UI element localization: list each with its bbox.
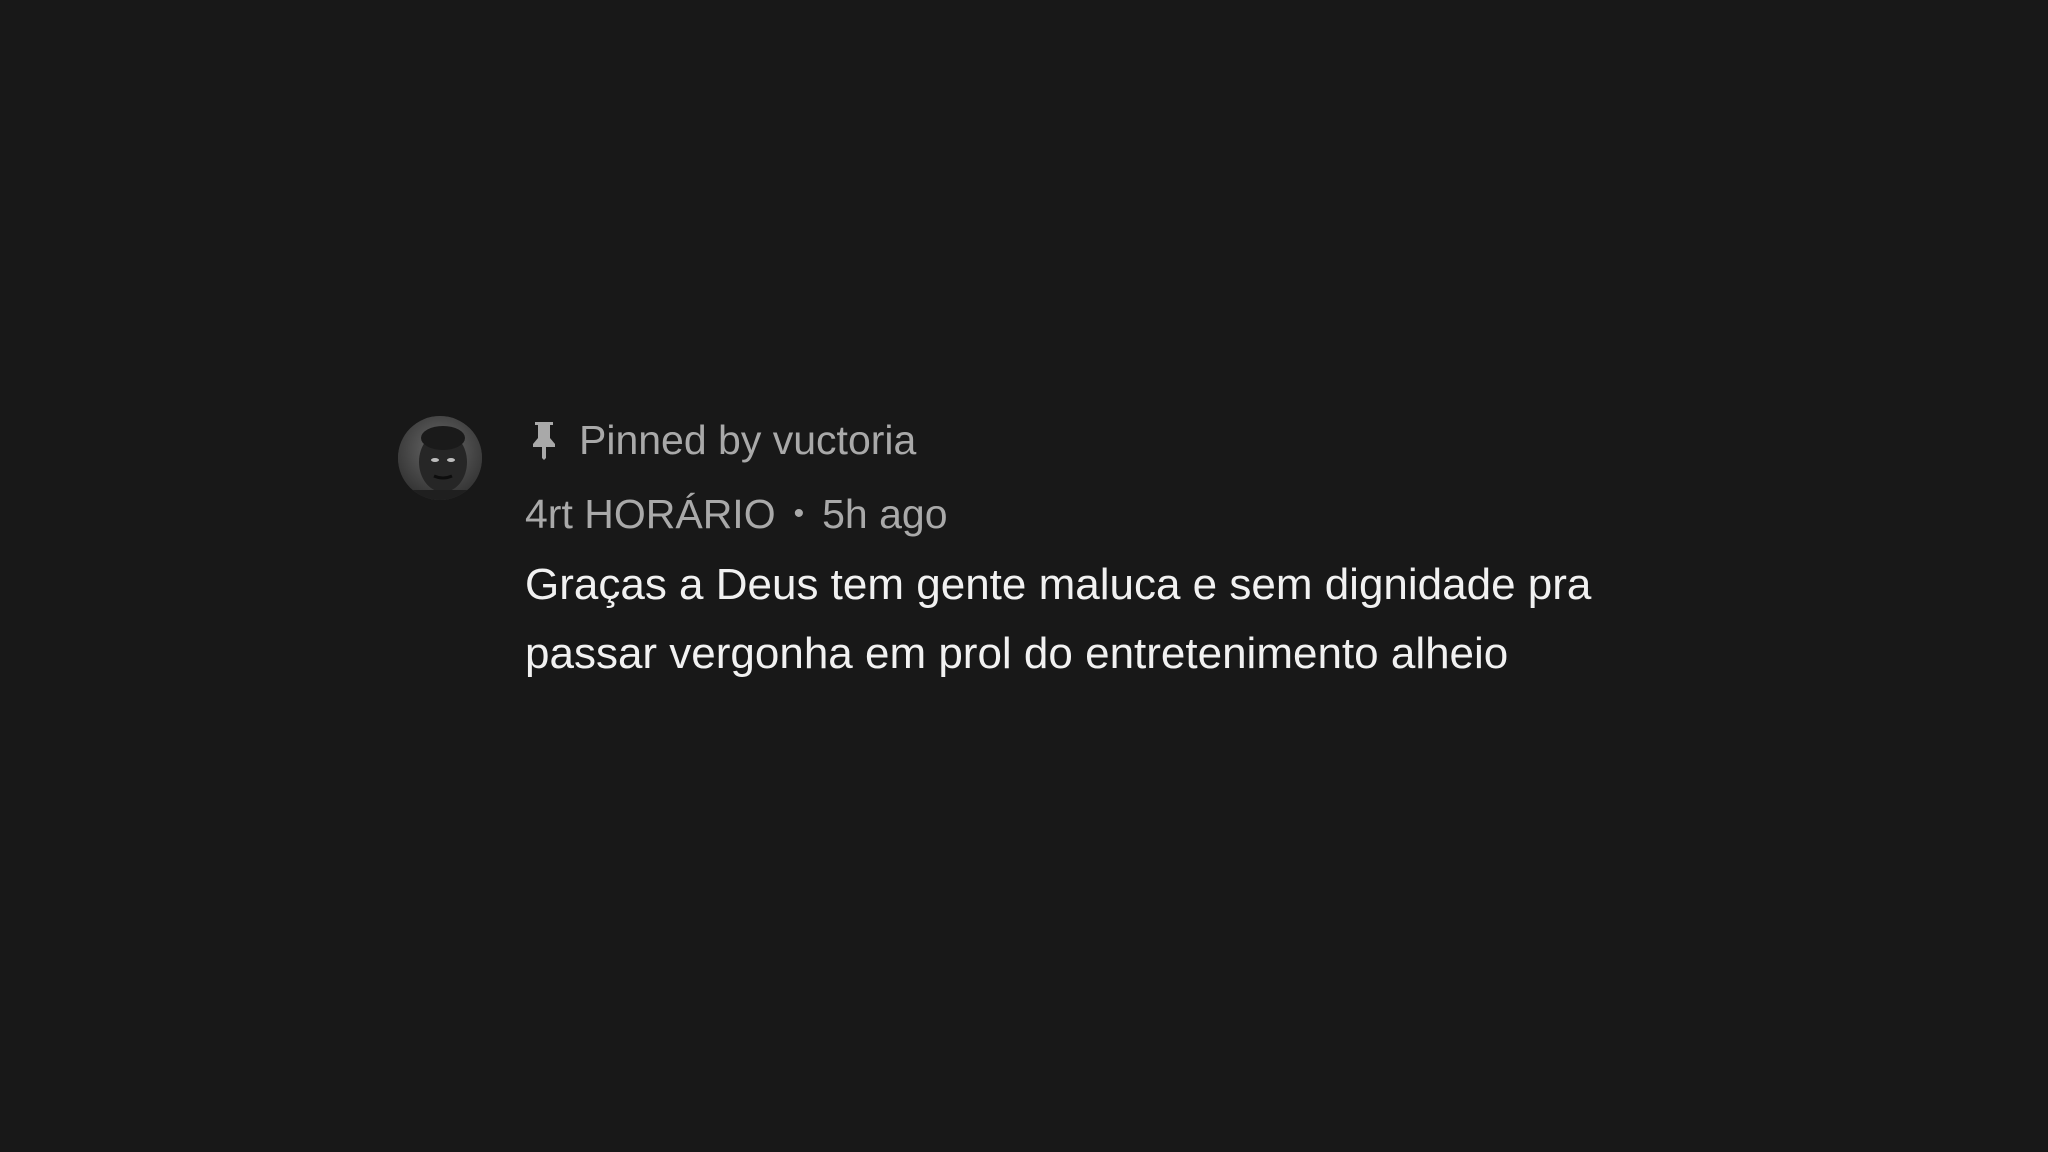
pin-icon <box>533 422 555 460</box>
comment-text: Graças a Deus tem gente maluca e sem dig… <box>525 560 1592 678</box>
meta-separator: • <box>793 497 805 530</box>
comment-meta: 4rt HORÁRIO • 5h ago <box>525 488 1695 540</box>
author-name[interactable]: 4rt HORÁRIO <box>525 491 776 538</box>
avatar-image <box>398 416 482 500</box>
pinned-row: Pinned by vuctoria <box>525 414 1695 466</box>
timestamp[interactable]: 5h ago <box>822 491 947 538</box>
pinned-label: Pinned by vuctoria <box>579 416 917 463</box>
avatar[interactable] <box>398 416 482 500</box>
comment-body: Pinned by vuctoria 4rt HORÁRIO • 5h ago … <box>525 414 1695 688</box>
